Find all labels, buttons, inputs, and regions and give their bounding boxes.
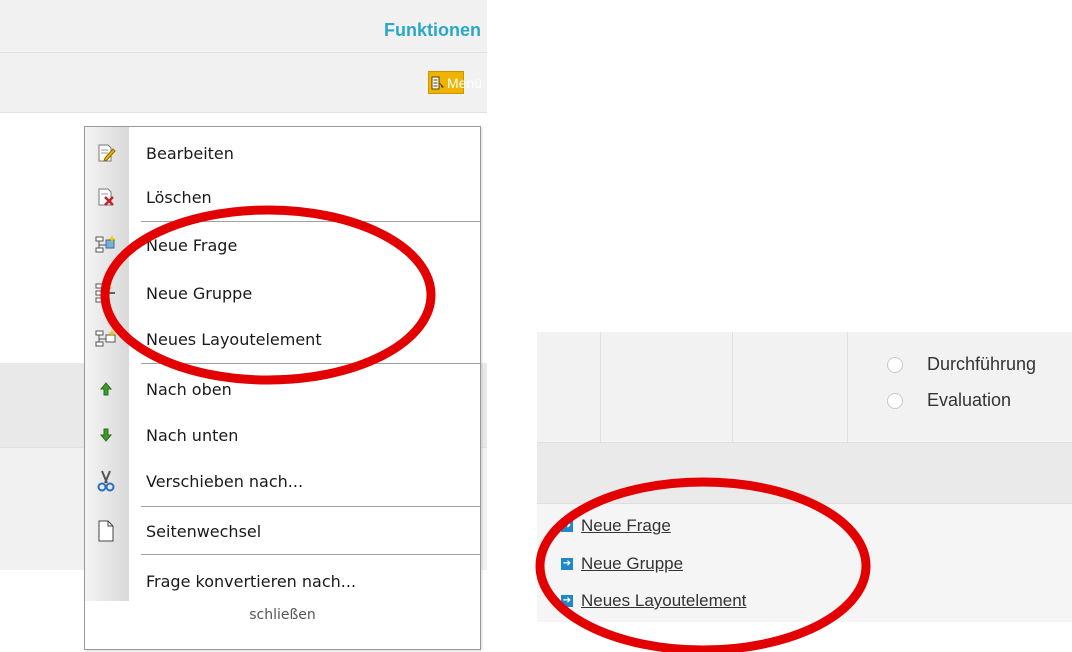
menu-item-label: Löschen: [146, 187, 212, 207]
menu-item-verschieben-nach[interactable]: Verschieben nach...: [85, 463, 480, 499]
menu-item-neue-frage[interactable]: Neue Frage: [85, 227, 480, 263]
new-group-icon: [95, 282, 117, 304]
link-neues-layoutelement[interactable]: ➔ Neues Layoutelement: [561, 591, 746, 611]
new-question-icon: [95, 234, 117, 256]
radio-button[interactable]: [887, 356, 903, 373]
table-row: [537, 443, 1072, 503]
menu-button-label: Menü: [447, 74, 483, 91]
menu-item-nach-oben[interactable]: Nach oben: [85, 371, 480, 407]
menu-icon: [431, 76, 445, 90]
page-icon: [95, 520, 117, 542]
menu-item-label: Verschieben nach...: [146, 471, 304, 491]
menu-item-label: Bearbeiten: [146, 143, 234, 163]
radio-option-evaluation[interactable]: Evaluation: [887, 390, 1011, 411]
menu-row: [0, 53, 487, 112]
menu-item-label: Seitenwechsel: [146, 521, 262, 541]
radio-label: Evaluation: [927, 390, 1012, 410]
menu-button[interactable]: Menü: [428, 71, 482, 94]
row-divider: [0, 112, 487, 113]
menu-item-neue-gruppe[interactable]: Neue Gruppe: [85, 275, 480, 311]
radio-label: Durchführung: [927, 354, 1037, 374]
menu-item-nach-unten[interactable]: Nach unten: [85, 417, 480, 453]
arrow-down-icon: [95, 424, 117, 446]
arrow-right-icon: ➔: [561, 595, 573, 607]
edit-icon: [95, 142, 117, 164]
menu-item-label: Nach oben: [146, 379, 232, 399]
context-menu: Bearbeiten Löschen Neue Frage Neue Grupp…: [84, 126, 481, 650]
menu-item-label: Neues Layoutelement: [146, 329, 322, 349]
arrow-right-icon: ➔: [561, 520, 573, 532]
menu-separator: [141, 221, 480, 222]
column-divider: [847, 332, 848, 442]
radio-table-row: [537, 332, 1072, 442]
link-label[interactable]: Neue Frage: [581, 516, 671, 536]
link-neue-gruppe[interactable]: ➔ Neue Gruppe: [561, 554, 683, 574]
menu-item-neues-layoutelement[interactable]: Neues Layoutelement: [85, 321, 480, 357]
radio-option-durchfuehrung[interactable]: Durchführung: [887, 354, 1036, 375]
link-label[interactable]: Neue Gruppe: [581, 554, 683, 574]
menu-separator: [141, 363, 480, 364]
link-neue-frage[interactable]: ➔ Neue Frage: [561, 516, 671, 536]
functions-header-label: Funktionen: [384, 20, 481, 40]
column-divider: [732, 332, 733, 442]
menu-item-loeschen[interactable]: Löschen: [85, 179, 480, 215]
menu-item-label: Frage konvertieren nach...: [146, 571, 357, 591]
delete-icon: [95, 186, 117, 208]
menu-separator: [141, 506, 480, 507]
column-divider: [600, 332, 601, 442]
link-label[interactable]: Neues Layoutelement: [581, 591, 746, 611]
menu-item-seitenwechsel[interactable]: Seitenwechsel: [85, 513, 480, 549]
arrow-up-icon: [95, 378, 117, 400]
menu-item-bearbeiten[interactable]: Bearbeiten: [85, 135, 480, 171]
menu-separator: [141, 554, 480, 555]
menu-item-label: Nach unten: [146, 425, 239, 445]
new-layout-element-icon: [95, 328, 117, 350]
right-panel: Durchführung Evaluation ➔ Neue Frage ➔ N…: [537, 332, 1072, 622]
menu-item-label: Neue Frage: [146, 235, 238, 255]
close-menu-link[interactable]: schließen: [85, 607, 480, 623]
menu-item-frage-konvertieren[interactable]: Frage konvertieren nach...: [85, 563, 480, 599]
menu-item-label: Neue Gruppe: [146, 283, 253, 303]
radio-button[interactable]: [887, 392, 903, 409]
arrow-right-icon: ➔: [561, 558, 573, 570]
scissors-icon: [95, 470, 117, 492]
